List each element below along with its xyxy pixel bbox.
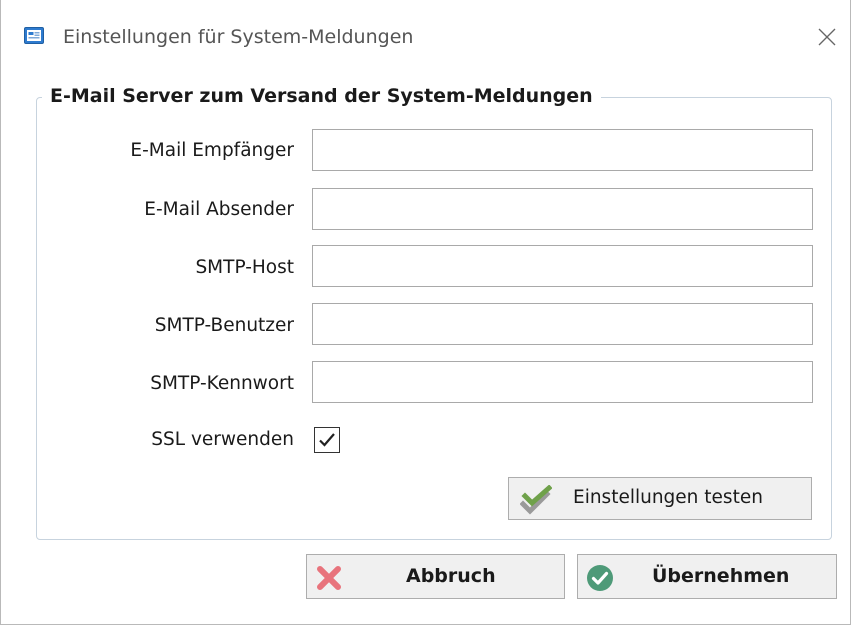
smtp-password-label: SMTP-Kennwort	[150, 373, 294, 394]
title-bar: Einstellungen für System-Meldungen	[1, 0, 850, 84]
smtp-host-label: SMTP-Host	[195, 257, 294, 278]
settings-dialog: Einstellungen für System-Meldungen E-Mai…	[0, 0, 851, 625]
apply-label: Übernehmen	[652, 565, 790, 587]
close-icon	[818, 28, 836, 46]
close-button[interactable]	[809, 20, 845, 54]
sender-input[interactable]	[312, 188, 813, 230]
smtp-password-input[interactable]	[312, 361, 813, 403]
green-check-circle-icon	[586, 564, 614, 596]
smtp-host-input[interactable]	[312, 245, 813, 287]
checkmark-icon	[319, 433, 335, 447]
cancel-label: Abbruch	[406, 565, 496, 587]
apply-button[interactable]: Übernehmen	[577, 554, 837, 599]
red-x-icon	[316, 565, 342, 595]
double-check-icon	[519, 484, 553, 519]
ssl-label: SSL verwenden	[151, 429, 294, 450]
smtp-user-input[interactable]	[312, 303, 813, 345]
test-settings-button[interactable]: Einstellungen testen	[508, 477, 812, 520]
recipient-input[interactable]	[312, 129, 813, 171]
test-settings-label: Einstellungen testen	[573, 487, 763, 508]
window-title: Einstellungen für System-Meldungen	[63, 26, 414, 48]
dialog-settings-icon	[24, 27, 44, 44]
group-title: E-Mail Server zum Versand der System-Mel…	[50, 85, 593, 107]
sender-label: E-Mail Absender	[144, 199, 294, 220]
recipient-label: E-Mail Empfänger	[130, 140, 294, 161]
smtp-user-label: SMTP-Benutzer	[154, 315, 294, 336]
ssl-checkbox[interactable]	[314, 427, 340, 453]
cancel-button[interactable]: Abbruch	[306, 554, 565, 599]
